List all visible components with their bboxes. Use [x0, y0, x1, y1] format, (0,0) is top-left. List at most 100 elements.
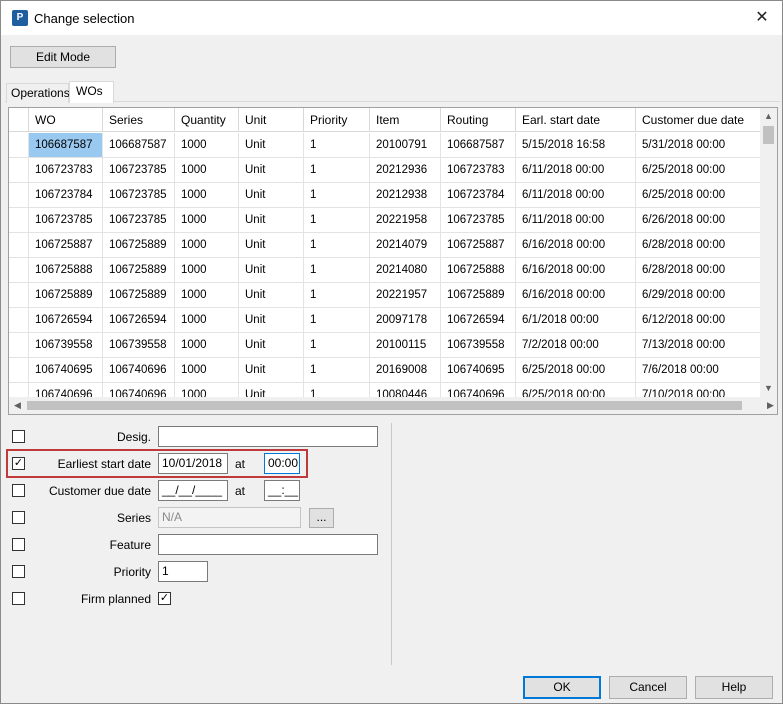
table-cell[interactable]: 106723785	[103, 183, 175, 207]
table-cell[interactable]: Unit	[239, 258, 304, 282]
table-cell[interactable]: 106740696	[103, 383, 175, 397]
row-header[interactable]	[9, 308, 29, 332]
table-cell[interactable]: 1	[304, 233, 370, 257]
table-row[interactable]: 106687587 106687587 1000 Unit 1 20100791 10668…	[9, 133, 760, 158]
earliest-start-time-input[interactable]: 00:00	[264, 453, 300, 474]
table-cell[interactable]: 6/12/2018 00:00	[636, 308, 760, 332]
scroll-right-icon[interactable]: ▶	[762, 397, 777, 414]
table-cell[interactable]: 106726594	[29, 308, 103, 332]
table-cell[interactable]: 6/25/2018 00:00	[636, 183, 760, 207]
edit-mode-button[interactable]: Edit Mode	[10, 46, 116, 68]
column-header-series[interactable]: Series	[103, 108, 175, 132]
table-cell[interactable]: 106723783	[29, 158, 103, 182]
table-cell[interactable]: Unit	[239, 208, 304, 232]
table-cell[interactable]: 5/15/2018 16:58	[516, 133, 636, 157]
firm-planned-value-checkbox[interactable]: ✓	[158, 592, 171, 605]
table-cell[interactable]: 1	[304, 158, 370, 182]
table-cell[interactable]: 20212938	[370, 183, 441, 207]
table-cell[interactable]: 1000	[175, 208, 239, 232]
table-cell[interactable]: 106687587	[441, 133, 516, 157]
table-row[interactable]: 106739558 106739558 1000 Unit 1 20100115 10673…	[9, 333, 760, 358]
row-header[interactable]	[9, 233, 29, 257]
customer-due-checkbox[interactable]	[12, 484, 25, 497]
priority-checkbox[interactable]	[12, 565, 25, 578]
cancel-button[interactable]: Cancel	[609, 676, 687, 699]
customer-due-date-input[interactable]: __/__/____	[158, 480, 228, 501]
table-row[interactable]: 106726594 106726594 1000 Unit 1 20097178 10672…	[9, 308, 760, 333]
table-row[interactable]: 106723785 106723785 1000 Unit 1 20221958 10672…	[9, 208, 760, 233]
column-header-quantity[interactable]: Quantity	[175, 108, 239, 132]
vertical-scroll-thumb[interactable]	[763, 126, 774, 144]
firm-planned-checkbox[interactable]	[12, 592, 25, 605]
table-cell[interactable]: 1	[304, 383, 370, 397]
table-cell[interactable]: 1000	[175, 308, 239, 332]
table-cell[interactable]: 1	[304, 183, 370, 207]
table-cell[interactable]: 6/25/2018 00:00	[516, 358, 636, 382]
table-cell[interactable]: 1	[304, 333, 370, 357]
row-header[interactable]	[9, 258, 29, 282]
customer-due-time-input[interactable]: __:__	[264, 480, 300, 501]
feature-checkbox[interactable]	[12, 538, 25, 551]
table-cell[interactable]: 1000	[175, 183, 239, 207]
table-cell[interactable]: 1000	[175, 158, 239, 182]
table-cell[interactable]: 106740695	[29, 358, 103, 382]
table-cell[interactable]: Unit	[239, 333, 304, 357]
table-row[interactable]: 106740695 106740696 1000 Unit 1 20169008 10674…	[9, 358, 760, 383]
table-cell[interactable]: 20100791	[370, 133, 441, 157]
table-cell[interactable]: 20221958	[370, 208, 441, 232]
row-header[interactable]	[9, 333, 29, 357]
table-cell[interactable]: Unit	[239, 158, 304, 182]
table-cell[interactable]: 6/26/2018 00:00	[636, 208, 760, 232]
table-cell[interactable]: 6/29/2018 00:00	[636, 283, 760, 307]
table-row[interactable]: 106725889 106725889 1000 Unit 1 20221957 10672…	[9, 283, 760, 308]
table-cell[interactable]: 1	[304, 258, 370, 282]
table-cell[interactable]: 1000	[175, 358, 239, 382]
row-header[interactable]	[9, 383, 29, 397]
help-button[interactable]: Help	[695, 676, 773, 699]
column-header-earl-start-date[interactable]: Earl. start date	[516, 108, 636, 132]
table-row[interactable]: 106723784 106723785 1000 Unit 1 20212938 10672…	[9, 183, 760, 208]
table-cell[interactable]: Unit	[239, 283, 304, 307]
table-cell[interactable]: 106723784	[29, 183, 103, 207]
table-cell[interactable]: 106725889	[103, 233, 175, 257]
table-cell[interactable]: 6/16/2018 00:00	[516, 283, 636, 307]
close-icon[interactable]: ✕	[748, 5, 776, 31]
row-header[interactable]	[9, 133, 29, 157]
table-cell[interactable]: 106725889	[103, 283, 175, 307]
table-cell[interactable]: 6/25/2018 00:00	[636, 158, 760, 182]
row-header[interactable]	[9, 358, 29, 382]
series-browse-button[interactable]: ...	[309, 508, 334, 528]
table-cell[interactable]: Unit	[239, 308, 304, 332]
table-cell[interactable]: 106739558	[441, 333, 516, 357]
table-cell[interactable]: Unit	[239, 133, 304, 157]
series-checkbox[interactable]	[12, 511, 25, 524]
table-cell[interactable]: 1000	[175, 333, 239, 357]
earliest-start-checkbox[interactable]: ✓	[12, 457, 25, 470]
grid-vertical-scrollbar[interactable]: ▲ ▼	[760, 108, 777, 397]
column-header-item[interactable]: Item	[370, 108, 441, 132]
desig-input[interactable]	[158, 426, 378, 447]
table-cell[interactable]: 20097178	[370, 308, 441, 332]
table-cell[interactable]: 1	[304, 133, 370, 157]
column-header-routing[interactable]: Routing	[441, 108, 516, 132]
ok-button[interactable]: OK	[523, 676, 601, 699]
table-cell[interactable]: 5/31/2018 00:00	[636, 133, 760, 157]
grid-horizontal-scrollbar[interactable]: ◀ ▶	[9, 397, 777, 414]
table-cell[interactable]: 1000	[175, 233, 239, 257]
table-cell[interactable]: 106725888	[29, 258, 103, 282]
table-cell[interactable]: Unit	[239, 383, 304, 397]
table-cell[interactable]: Unit	[239, 183, 304, 207]
table-cell[interactable]: 20100115	[370, 333, 441, 357]
table-cell[interactable]: 7/2/2018 00:00	[516, 333, 636, 357]
table-cell[interactable]: 106723785	[29, 208, 103, 232]
column-header-unit[interactable]: Unit	[239, 108, 304, 132]
table-cell[interactable]: 1000	[175, 133, 239, 157]
table-cell[interactable]: 6/11/2018 00:00	[516, 183, 636, 207]
table-cell[interactable]: 106740696	[29, 383, 103, 397]
table-cell[interactable]: 106687587	[29, 133, 103, 157]
table-cell[interactable]: 106725887	[29, 233, 103, 257]
table-cell[interactable]: 106723783	[441, 158, 516, 182]
table-cell[interactable]: 6/28/2018 00:00	[636, 258, 760, 282]
table-cell[interactable]: 6/11/2018 00:00	[516, 208, 636, 232]
table-cell[interactable]: 106723785	[103, 208, 175, 232]
